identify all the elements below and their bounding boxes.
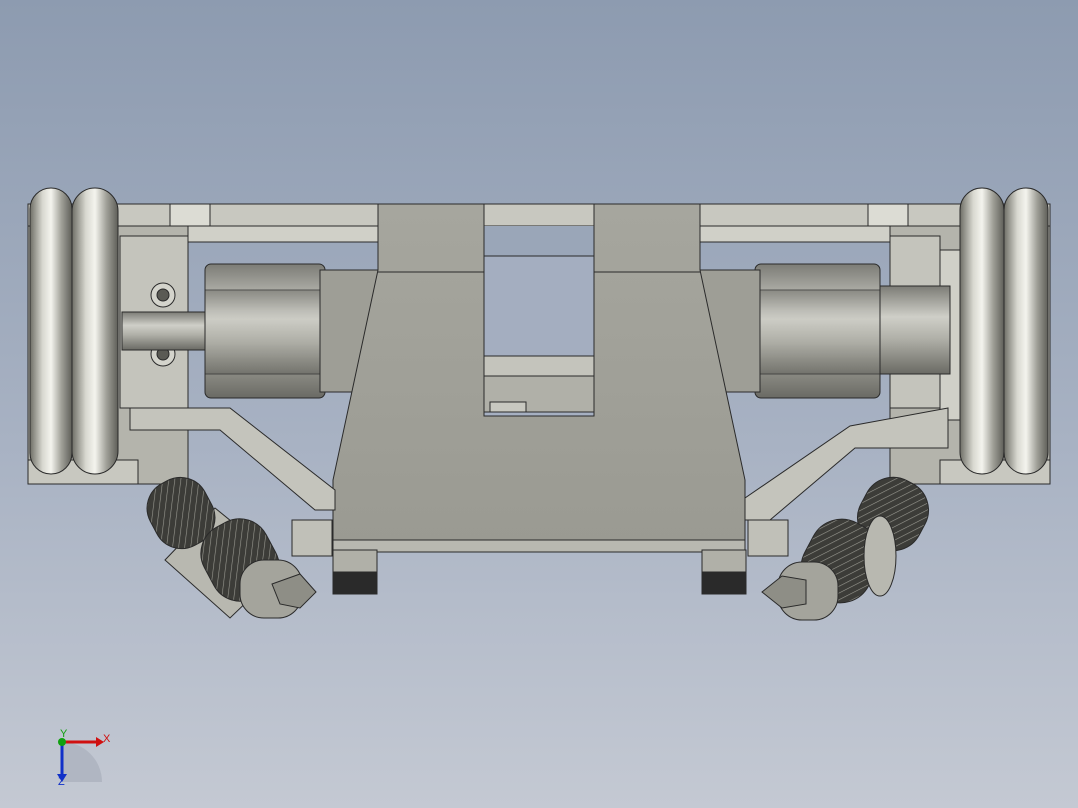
y-axis-label: Y: [60, 728, 68, 740]
left-knurled-fitting: [146, 476, 317, 619]
right-motor-shaft: [879, 285, 951, 375]
z-axis-label: Z: [58, 776, 65, 788]
right-wheel: [959, 187, 1049, 475]
left-wheel: [29, 187, 119, 475]
x-axis-label: X: [103, 733, 111, 745]
cad-model-viewport[interactable]: [0, 0, 1078, 808]
mounting-hole-icon: [150, 282, 176, 308]
left-motor-shaft: [121, 311, 209, 351]
center-label-plate: [489, 401, 527, 413]
